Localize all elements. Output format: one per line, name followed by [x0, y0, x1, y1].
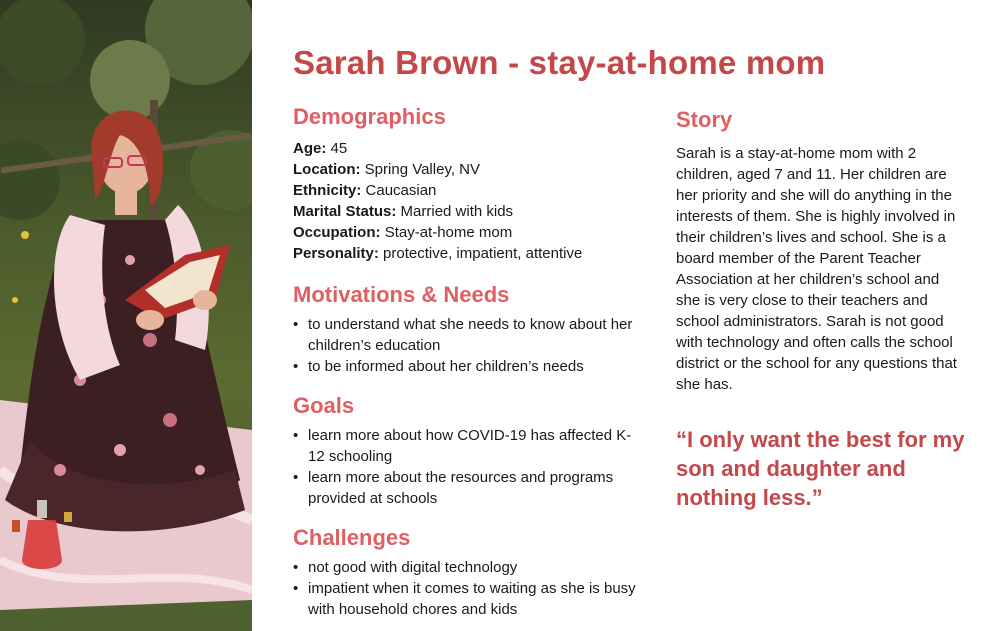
field-value: 45: [330, 140, 348, 157]
left-column: Demographics Age: 45 Location: Spring Va…: [293, 104, 643, 620]
demographics-section: Demographics Age: 45 Location: Spring Va…: [293, 104, 643, 264]
list-item: learn more about how COVID-19 has affect…: [293, 425, 643, 467]
goals-heading: Goals: [293, 393, 355, 418]
story-text: Sarah is a stay-at-home mom with 2 child…: [676, 145, 957, 393]
list-item: to understand what she needs to know abo…: [293, 314, 643, 356]
persona-photo: [0, 0, 252, 631]
right-column: Story Sarah is a stay-at-home mom with 2…: [676, 107, 966, 512]
challenges-list: not good with digital technology impatie…: [293, 557, 643, 620]
motivations-heading: Motivations & Needs: [293, 282, 510, 307]
story-heading: Story: [676, 107, 733, 132]
list-item: learn more about the resources and progr…: [293, 467, 643, 509]
field-value: Married with kids: [400, 203, 514, 220]
challenges-heading: Challenges: [293, 525, 411, 550]
goals-list: learn more about how COVID-19 has affect…: [293, 425, 643, 509]
field-label: Occupation:: [293, 224, 381, 241]
challenges-section: Challenges not good with digital technol…: [293, 525, 643, 620]
goals-section: Goals learn more about how COVID-19 has …: [293, 393, 643, 509]
field-label: Personality:: [293, 245, 379, 262]
field-label: Age:: [293, 140, 327, 157]
field-value: protective, impatient, attentive: [383, 245, 583, 262]
field-label: Ethnicity:: [293, 182, 362, 199]
field-ethnicity: Ethnicity: Caucasian: [293, 180, 643, 201]
demographics-fields: Age: 45 Location: Spring Valley, NV Ethn…: [293, 138, 643, 264]
field-value: Spring Valley, NV: [364, 161, 480, 178]
motivations-section: Motivations & Needs to understand what s…: [293, 282, 643, 377]
page-title: Sarah Brown - stay-at-home mom: [293, 44, 826, 81]
field-label: Marital Status:: [293, 203, 397, 220]
field-age: Age: 45: [293, 138, 643, 159]
field-location: Location: Spring Valley, NV: [293, 159, 643, 180]
field-value: Caucasian: [365, 182, 437, 199]
list-item: not good with digital technology: [293, 557, 643, 578]
field-personality: Personality: protective, impatient, atte…: [293, 243, 643, 264]
field-occupation: Occupation: Stay-at-home mom: [293, 222, 643, 243]
list-item: to be informed about her children’s need…: [293, 356, 643, 377]
field-value: Stay-at-home mom: [384, 224, 513, 241]
field-label: Location:: [293, 161, 361, 178]
demographics-heading: Demographics: [293, 104, 446, 129]
persona-quote: “I only want the best for my son and dau…: [676, 427, 965, 510]
list-item: impatient when it comes to waiting as sh…: [293, 578, 643, 620]
motivations-list: to understand what she needs to know abo…: [293, 314, 643, 377]
story-section: Story Sarah is a stay-at-home mom with 2…: [676, 107, 966, 395]
persona-photo-reading-icon: [0, 0, 252, 631]
field-marital-status: Marital Status: Married with kids: [293, 201, 643, 222]
